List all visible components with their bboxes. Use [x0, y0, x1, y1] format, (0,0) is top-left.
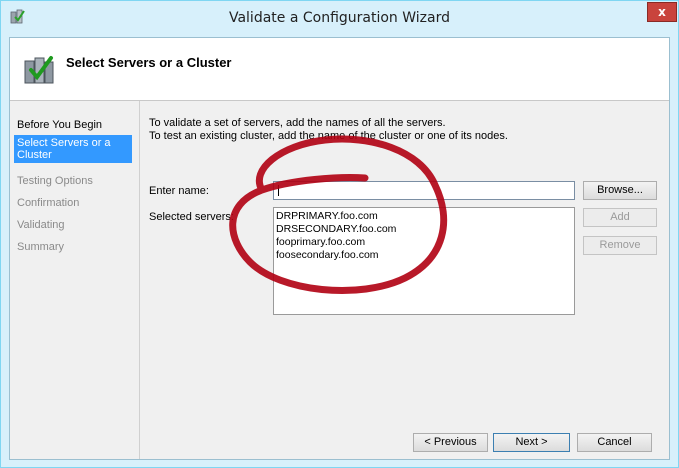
- wizard-steps-nav: Before You Begin Select Servers or a Clu…: [10, 101, 138, 459]
- browse-button[interactable]: Browse...: [583, 181, 657, 200]
- step-testing-options[interactable]: Testing Options: [14, 173, 132, 189]
- previous-button[interactable]: < Previous: [413, 433, 488, 452]
- close-button[interactable]: x: [647, 2, 677, 22]
- selected-servers-label: Selected servers:: [149, 211, 234, 223]
- title-bar[interactable]: Validate a Configuration Wizard x: [1, 1, 678, 37]
- servers-check-icon: [24, 56, 54, 84]
- selected-servers-list[interactable]: DRPRIMARY.foo.com DRSECONDARY.foo.com fo…: [273, 207, 575, 315]
- instruction-line-1: To validate a set of servers, add the na…: [149, 117, 446, 129]
- cancel-button[interactable]: Cancel: [577, 433, 652, 452]
- enter-name-input[interactable]: [273, 181, 575, 200]
- page-title: Select Servers or a Cluster: [66, 55, 232, 70]
- step-select-servers[interactable]: Select Servers or a Cluster: [14, 135, 132, 163]
- step-summary[interactable]: Summary: [14, 239, 132, 255]
- add-button[interactable]: Add: [583, 208, 657, 227]
- remove-button[interactable]: Remove: [583, 236, 657, 255]
- content-divider: [139, 101, 140, 459]
- step-confirmation[interactable]: Confirmation: [14, 195, 132, 211]
- step-validating[interactable]: Validating: [14, 217, 132, 233]
- instructions: To validate a set of servers, add the na…: [149, 117, 508, 143]
- wizard-client-area: Select Servers or a Cluster Before You B…: [9, 37, 670, 460]
- text-caret: [278, 185, 279, 196]
- list-item[interactable]: DRSECONDARY.foo.com: [276, 223, 396, 236]
- next-button[interactable]: Next >: [493, 433, 570, 452]
- wizard-header: Select Servers or a Cluster: [10, 38, 669, 101]
- close-icon: x: [658, 5, 666, 19]
- window-title: Validate a Configuration Wizard: [228, 10, 451, 26]
- instruction-line-2: To test an existing cluster, add the nam…: [149, 130, 508, 142]
- list-item[interactable]: foosecondary.foo.com: [276, 249, 379, 262]
- list-item[interactable]: DRPRIMARY.foo.com: [276, 210, 378, 223]
- wizard-content: To validate a set of servers, add the na…: [139, 101, 669, 459]
- enter-name-label: Enter name:: [149, 185, 209, 197]
- wizard-window: Validate a Configuration Wizard x Select…: [0, 0, 679, 468]
- step-before-you-begin[interactable]: Before You Begin: [14, 117, 132, 133]
- list-item[interactable]: fooprimary.foo.com: [276, 236, 365, 249]
